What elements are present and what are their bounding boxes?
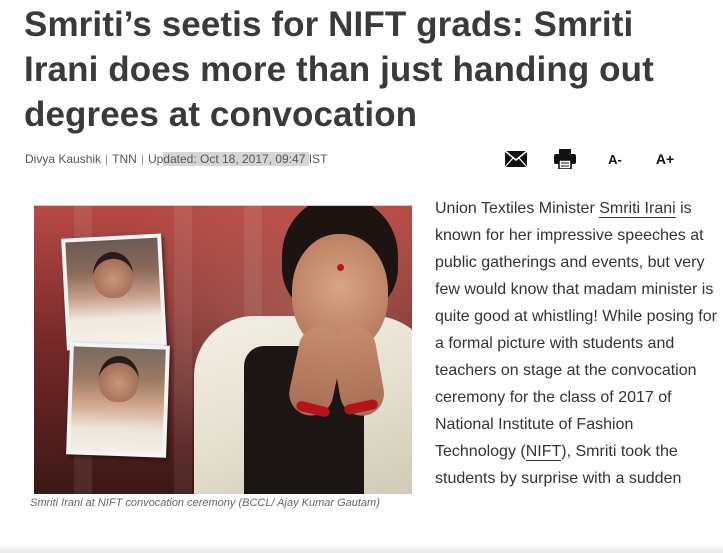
photo-bindi [337, 264, 344, 271]
email-share-button[interactable] [504, 146, 528, 172]
printer-icon [554, 149, 576, 169]
page-bottom-fade [0, 543, 723, 553]
article-headline: Smriti’s seetis for NIFT grads: Smriti I… [24, 5, 654, 134]
article-image [34, 205, 412, 494]
main-photo-subject [184, 206, 412, 494]
inset-photo-image [70, 346, 166, 454]
article-body: Union Textiles Minister Smriti Irani is … [435, 195, 717, 492]
decrease-font-button[interactable]: A- [604, 146, 626, 172]
body-text: is known for her impressive speeches at … [435, 200, 717, 460]
inset-photo-face [91, 251, 135, 300]
article-toolbar: A- A+ [0, 146, 723, 172]
inset-photo-face [97, 355, 140, 403]
inset-photo-top [61, 233, 167, 351]
smriti-irani-link[interactable]: Smriti Irani [599, 200, 676, 218]
body-text: Union Textiles Minister [435, 200, 600, 217]
nift-link[interactable]: NIFT [525, 443, 562, 461]
print-button[interactable] [553, 146, 577, 172]
inset-photo-bottom [66, 342, 170, 458]
inset-photo-image [65, 237, 163, 347]
increase-font-button[interactable]: A+ [653, 146, 677, 172]
envelope-icon [505, 151, 527, 167]
image-caption: Smriti Irani at NIFT convocation ceremon… [30, 497, 380, 509]
